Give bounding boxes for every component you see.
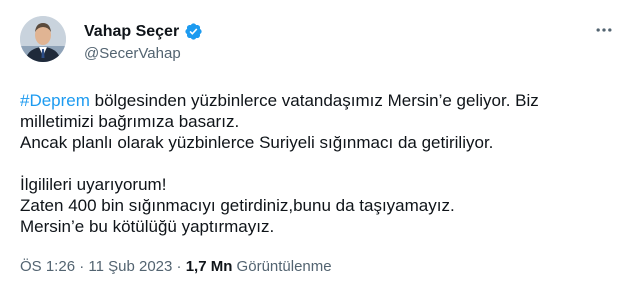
- author-handle[interactable]: @SecerVahap: [84, 45, 203, 63]
- tweet-line-4: İlgilileri uyarıyorum!: [20, 175, 167, 194]
- meta-separator: ·: [75, 258, 89, 275]
- views-label: Görüntülenme: [232, 258, 332, 275]
- tweet-header: Vahap Seçer @SecerVahap: [20, 16, 620, 72]
- more-options-icon[interactable]: [592, 18, 616, 42]
- author-names: Vahap Seçer @SecerVahap: [84, 22, 203, 63]
- tweet-line-2: milletimizi bağrımıza basarız.: [20, 112, 240, 131]
- hashtag-link[interactable]: #Deprem: [20, 91, 90, 110]
- tweet-time[interactable]: ÖS 1:26: [20, 258, 75, 275]
- tweet-line-1-text: bölgesinden yüzbinlerce vatandaşımız Mer…: [89, 91, 539, 110]
- meta-separator: ·: [172, 258, 186, 275]
- avatar[interactable]: [20, 16, 66, 62]
- tweet-line-5: Zaten 400 bin sığınmacıyı getirdiniz,bun…: [20, 196, 455, 215]
- views-count[interactable]: 1,7 Mn: [186, 258, 233, 275]
- display-name[interactable]: Vahap Seçer: [84, 22, 179, 41]
- tweet-line-1: #Deprem bölgesinden yüzbinlerce vatandaş…: [20, 90, 620, 111]
- tweet-line-6: Mersin’e bu kötülüğü yaptırmayız.: [20, 217, 275, 236]
- tweet-date[interactable]: 11 Şub 2023: [88, 258, 172, 275]
- tweet-card: Vahap Seçer @SecerVahap #Deprem bölgesin…: [0, 0, 640, 285]
- display-name-row: Vahap Seçer: [84, 22, 203, 41]
- tweet-meta: ÖS 1:26 · 11 Şub 2023 · 1,7 Mn Görüntüle…: [20, 258, 332, 276]
- tweet-line-3: Ancak planlı olarak yüzbinlerce Suriyeli…: [20, 133, 494, 152]
- verified-badge-icon[interactable]: [184, 22, 203, 41]
- tweet-text: #Deprem bölgesinden yüzbinlerce vatandaş…: [20, 90, 620, 237]
